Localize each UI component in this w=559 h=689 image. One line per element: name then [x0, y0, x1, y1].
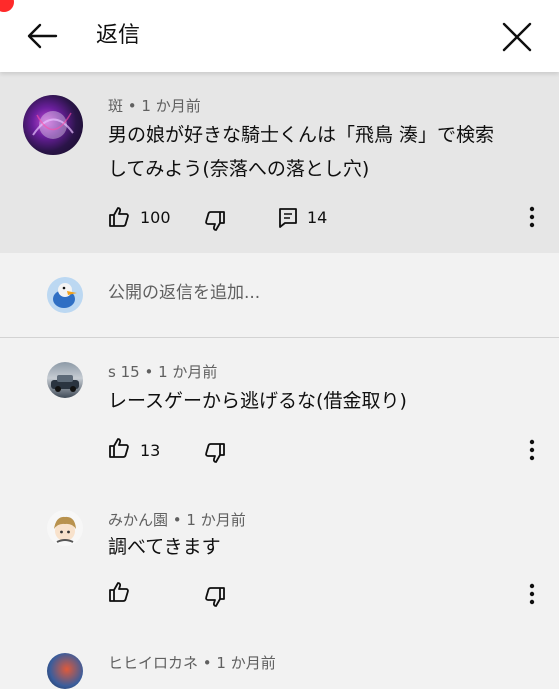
- comment-meta: s 15 • 1 か月前: [108, 362, 217, 382]
- back-button[interactable]: [22, 18, 62, 54]
- car-avatar-icon: [51, 375, 79, 392]
- like-count: 100: [140, 208, 171, 227]
- meta-separator: •: [168, 511, 187, 529]
- comment-text: レースゲーから逃げるな(借金取り): [108, 390, 407, 412]
- comment-time: 1 か月前: [141, 97, 201, 115]
- comment-meta: 斑 • 1 か月前: [108, 96, 201, 116]
- meta-separator: •: [198, 654, 217, 672]
- comment-text: 調べてきます: [108, 536, 221, 558]
- meta-separator: •: [139, 363, 159, 381]
- dislike-button[interactable]: [203, 441, 227, 465]
- parent-comment: 斑 • 1 か月前 男の娘が好きな騎士くんは「飛鳥 湊」で検索 してみよう(奈落…: [0, 72, 559, 253]
- thumbs-down-icon: [205, 211, 225, 231]
- recording-indicator: [0, 0, 14, 12]
- avatar[interactable]: [47, 362, 83, 398]
- dislike-button[interactable]: [203, 209, 227, 233]
- more-vertical-icon: [529, 583, 535, 605]
- comment-author[interactable]: s 15: [108, 363, 140, 381]
- comment-text-line: 男の娘が好きな騎士くんは「飛鳥 湊」で検索: [108, 124, 495, 146]
- avatar[interactable]: [47, 510, 83, 546]
- divider: [0, 337, 559, 338]
- comment-text: 男の娘が好きな騎士くんは「飛鳥 湊」で検索 してみよう(奈落への落とし穴): [108, 118, 494, 186]
- thumbs-up-icon: [109, 207, 129, 227]
- reply-count: 14: [307, 208, 328, 227]
- thumbs-down-icon: [205, 443, 225, 463]
- close-button[interactable]: [498, 18, 536, 56]
- thumbs-down-icon: [205, 587, 225, 607]
- dislike-button[interactable]: [203, 585, 227, 609]
- avatar[interactable]: [47, 653, 83, 689]
- comment-time: 1 か月前: [158, 363, 218, 381]
- like-button[interactable]: [107, 436, 131, 460]
- comment-text-line: してみよう(奈落への落とし穴): [108, 158, 370, 180]
- anime-avatar-icon: [54, 516, 76, 543]
- like-button[interactable]: [107, 205, 131, 229]
- replies-button[interactable]: [276, 206, 300, 230]
- app-header: 返信: [0, 0, 559, 72]
- comment-time: 1 か月前: [186, 511, 246, 529]
- avatar[interactable]: [23, 95, 83, 155]
- comment-meta: みかん園 • 1 か月前: [108, 510, 246, 530]
- more-vertical-icon: [529, 206, 535, 228]
- avatar-art-icon: [32, 111, 74, 139]
- like-button[interactable]: [107, 580, 131, 604]
- page-title: 返信: [96, 23, 141, 48]
- thumbs-up-icon: [109, 582, 129, 602]
- arrow-left-icon: [27, 23, 58, 49]
- thumbs-up-icon: [109, 438, 129, 458]
- more-vertical-icon: [529, 439, 535, 461]
- add-reply-row: 公開の返信を追加...: [0, 253, 559, 337]
- comment-author[interactable]: みかん園: [108, 511, 168, 529]
- more-options-button[interactable]: [522, 580, 542, 608]
- comment-meta: ヒヒイロカネ • 1 か月前: [108, 653, 276, 673]
- comment-icon: [279, 208, 297, 228]
- comment-time: 1 か月前: [216, 654, 276, 672]
- like-count: 13: [140, 441, 161, 460]
- comment-author[interactable]: ヒヒイロカネ: [108, 654, 198, 672]
- more-options-button[interactable]: [522, 436, 542, 464]
- more-options-button[interactable]: [522, 203, 542, 231]
- avatar: [47, 277, 83, 313]
- meta-separator: •: [123, 97, 142, 115]
- comment-author[interactable]: 斑: [108, 97, 123, 115]
- duck-avatar-icon: [47, 277, 83, 313]
- close-icon: [502, 22, 532, 52]
- add-reply-input[interactable]: 公開の返信を追加...: [108, 281, 260, 305]
